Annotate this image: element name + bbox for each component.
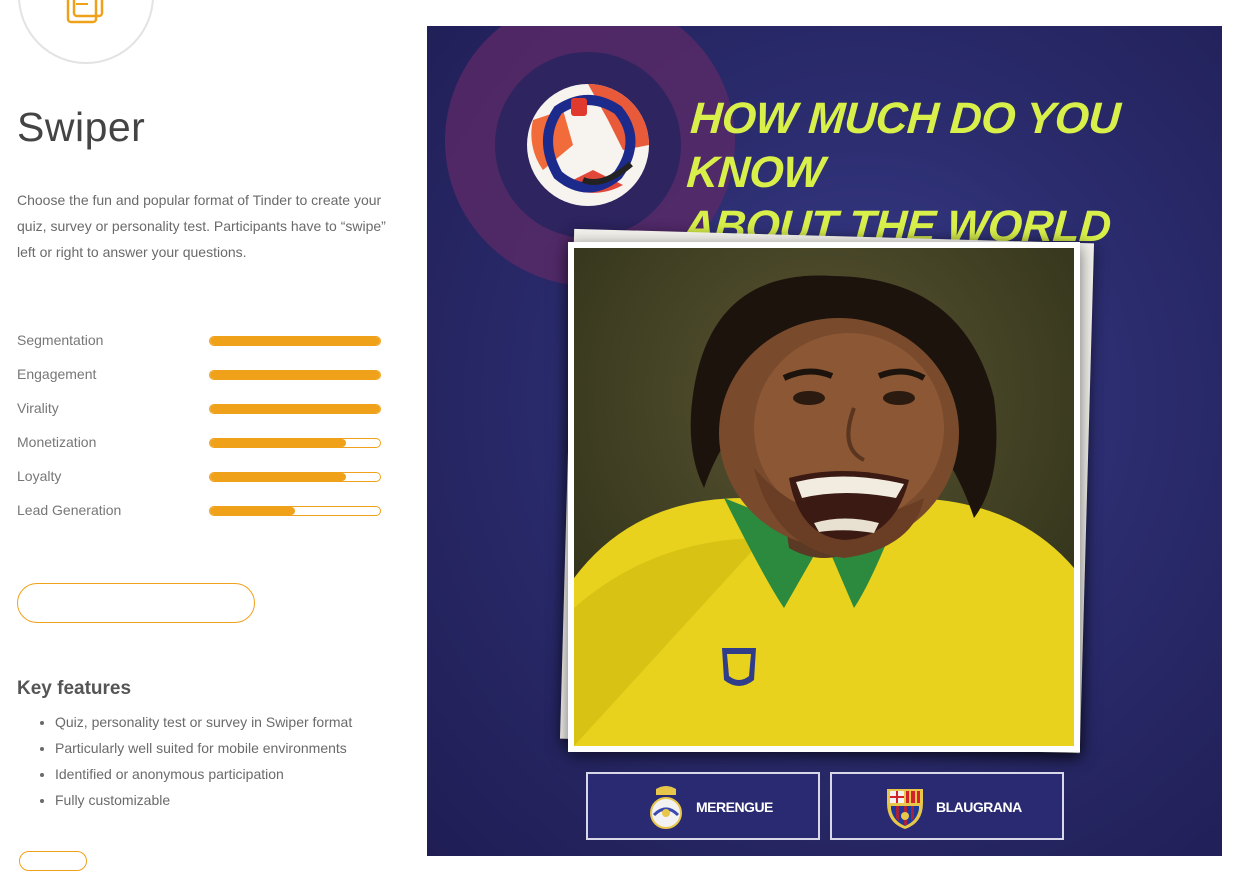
key-features-heading: Key features [17, 678, 132, 699]
metric-label: Lead Generation [17, 502, 122, 518]
swipe-card[interactable] [568, 242, 1080, 752]
answer-label: MERENGUE [696, 799, 773, 815]
metric-label: Loyalty [17, 468, 62, 484]
soccer-ball-icon [527, 84, 649, 206]
page-title: Swiper [17, 104, 146, 150]
player-illustration [574, 248, 1074, 746]
metric-progress-bar [209, 506, 381, 516]
metric-label: Engagement [17, 366, 97, 382]
fc-barcelona-crest-icon [887, 789, 923, 829]
metric-label: Virality [17, 400, 59, 416]
headline-line-1: HOW MUCH DO YOU KNOW [685, 94, 1122, 197]
metric-label: Monetization [17, 434, 97, 450]
metric-label: Segmentation [17, 332, 104, 348]
feature-item: Particularly well suited for mobile envi… [55, 735, 352, 761]
metric-progress-bar [209, 336, 381, 346]
metric-progress-bar [209, 472, 381, 482]
metric-progress-bar [209, 438, 381, 448]
player-photo [574, 248, 1074, 746]
quiz-type-logo [18, 0, 154, 64]
feature-item: Fully customizable [55, 787, 352, 813]
create-quiz-button[interactable] [17, 583, 255, 623]
answer-label: BLAUGRANA [936, 799, 1022, 815]
answer-button-merengue[interactable]: MERENGUE [586, 772, 820, 840]
answer-button-blaugrana[interactable]: BLAUGRANA [830, 772, 1064, 840]
metric-fill [210, 439, 346, 447]
feature-item: Identified or anonymous participation [55, 761, 352, 787]
metric-fill [210, 405, 380, 413]
quiz-type-description: Choose the fun and popular format of Tin… [17, 192, 386, 260]
real-madrid-crest-icon [650, 786, 682, 829]
metric-fill [210, 337, 380, 345]
stacked-cards-icon [66, 0, 104, 24]
metric-row: Loyalty [17, 468, 387, 502]
secondary-button[interactable] [19, 851, 87, 871]
metric-row: Lead Generation [17, 502, 387, 536]
metric-row: Segmentation [17, 332, 387, 366]
metric-progress-bar [209, 404, 381, 414]
metric-fill [210, 473, 346, 481]
metric-row: Virality [17, 400, 387, 434]
metric-fill [210, 507, 295, 515]
metric-row: Monetization [17, 434, 387, 468]
metric-row: Engagement [17, 366, 387, 400]
feature-item: Quiz, personality test or survey in Swip… [55, 709, 352, 735]
quiz-preview: HOW MUCH DO YOU KNOW ABOUT THE WORLD CUP… [427, 26, 1222, 856]
metrics-panel: Segmentation Engagement Virality Monetiz… [17, 332, 387, 536]
key-features-list: Quiz, personality test or survey in Swip… [17, 709, 352, 813]
metric-fill [210, 371, 380, 379]
metric-progress-bar [209, 370, 381, 380]
